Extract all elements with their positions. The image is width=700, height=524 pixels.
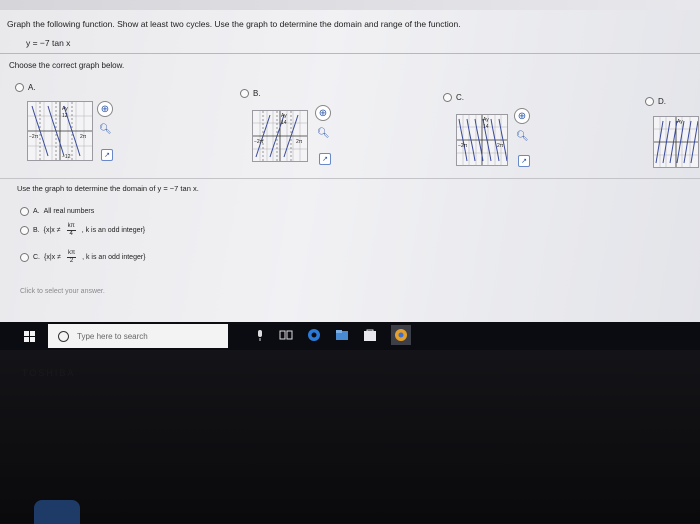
x-right-tick: 2π <box>80 134 87 140</box>
bottom-tick: −12 <box>62 154 71 160</box>
function-expression: y = −7 tan x <box>26 38 71 48</box>
set-suffix: , k is an odd integer} <box>81 227 146 234</box>
zoom-out-icon[interactable]: 🔍︎ <box>99 124 112 135</box>
radio-button[interactable] <box>20 207 29 216</box>
zoom-out-icon[interactable]: 🔍︎ <box>516 131 529 142</box>
x-left-tick: −2π <box>458 143 468 149</box>
choose-label: Choose the correct graph below. <box>9 61 125 70</box>
browser-viewport: Graph the following function. Show at le… <box>0 0 700 322</box>
fraction-numerator: kπ <box>66 223 76 231</box>
file-explorer-icon[interactable] <box>335 328 349 342</box>
graph-option-a[interactable]: A. <box>15 83 36 92</box>
top-tick: 12 <box>62 113 68 119</box>
y-axis-label: Ay <box>281 113 287 119</box>
browser-top-edge <box>0 0 700 10</box>
question-instruction: Graph the following function. Show at le… <box>7 19 461 29</box>
windows-start-icon[interactable] <box>24 331 36 343</box>
radio-button[interactable] <box>645 97 654 106</box>
y-axis-label: Ay <box>483 117 489 123</box>
fraction: kπ 4 <box>66 223 76 238</box>
option-letter: C. <box>33 254 40 261</box>
top-tick: 14 <box>281 120 287 126</box>
set-suffix: , k is an odd integer} <box>82 254 146 261</box>
domain-question: Use the graph to determine the domain of… <box>17 184 199 193</box>
radio-button[interactable] <box>15 83 24 92</box>
divider <box>0 53 700 54</box>
zoom-out-icon[interactable]: 🔍︎ <box>317 128 330 139</box>
expand-graph-icon[interactable]: ↗ <box>319 153 331 165</box>
graph-thumbnail-d[interactable]: Ay <box>653 116 699 168</box>
option-letter: B. <box>33 227 40 234</box>
x-right-tick: 2π <box>296 139 303 145</box>
zoom-in-icon[interactable]: ⊕ <box>97 101 113 117</box>
laptop-bezel <box>0 350 700 523</box>
radio-button[interactable] <box>20 226 29 235</box>
zoom-in-icon[interactable]: ⊕ <box>514 108 530 124</box>
zoom-in-icon[interactable]: ⊕ <box>315 105 331 121</box>
option-letter: C. <box>456 93 464 102</box>
task-view-icon[interactable] <box>279 328 293 342</box>
option-text: All real numbers <box>43 208 95 215</box>
divider <box>0 178 700 179</box>
fraction-denominator: 2 <box>69 258 74 264</box>
x-right-tick: 2π <box>497 143 504 149</box>
y-axis-label: Ay <box>62 106 68 112</box>
microphone-icon[interactable] <box>253 328 267 342</box>
search-placeholder: Type here to search <box>77 331 148 341</box>
graph-option-c[interactable]: C. <box>443 93 464 102</box>
graph-option-b[interactable]: B. <box>240 89 261 98</box>
radio-button[interactable] <box>443 93 452 102</box>
graph-thumbnail-c[interactable]: Ay 14 −2π 2π <box>456 114 508 166</box>
edge-browser-icon[interactable] <box>307 328 321 342</box>
x-left-tick: −2π <box>254 139 264 145</box>
top-tick: 14 <box>483 124 489 130</box>
fraction: kπ 2 <box>66 250 77 265</box>
chrome-icon[interactable] <box>391 325 411 345</box>
option-letter: A. <box>28 83 36 92</box>
x-left-tick: −2π <box>29 134 39 140</box>
set-prefix: {x|x ≠ <box>43 227 61 234</box>
cortana-icon <box>58 330 69 342</box>
option-letter: D. <box>658 97 666 106</box>
graph-option-d[interactable]: D. <box>645 97 666 106</box>
fraction-numerator: kπ <box>66 250 77 258</box>
domain-option-b[interactable]: B. {x|x ≠ kπ 4 , k is an odd integer} <box>20 223 145 238</box>
y-axis-label: Ay <box>677 119 683 125</box>
laptop-sticker <box>34 500 80 524</box>
graph-thumbnail-a[interactable]: Ay 12 −12 −2π 2π <box>27 101 93 161</box>
graph-thumbnail-b[interactable]: Ay 14 −2π 2π <box>252 110 308 162</box>
laptop-brand-logo: TOSHIBA <box>22 368 76 378</box>
option-letter: B. <box>253 89 261 98</box>
taskbar-search-box[interactable]: Type here to search <box>48 324 228 348</box>
expand-graph-icon[interactable]: ↗ <box>518 155 530 167</box>
store-icon[interactable] <box>363 328 377 342</box>
radio-button[interactable] <box>240 89 249 98</box>
domain-option-c[interactable]: C. {x|x ≠ kπ 2 , k is an odd integer} <box>20 250 146 265</box>
radio-button[interactable] <box>20 253 29 262</box>
expand-graph-icon[interactable]: ↗ <box>101 149 113 161</box>
click-hint: Click to select your answer. <box>20 288 105 295</box>
set-prefix: {x|x ≠ <box>44 254 61 261</box>
fraction-denominator: 4 <box>69 231 73 237</box>
domain-option-a[interactable]: A. All real numbers <box>20 207 94 216</box>
option-letter: A. <box>33 208 40 215</box>
